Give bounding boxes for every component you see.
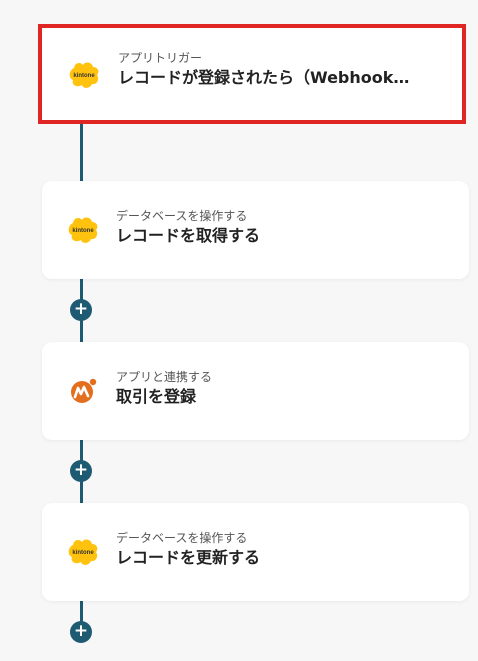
step-title: レコードを取得する (116, 226, 261, 245)
kintone-logo-text: kintone (73, 73, 95, 79)
step-title: 取引を登録 (116, 387, 197, 406)
step-category: アプリトリガー (118, 51, 203, 65)
step-category: データベースを操作する (116, 209, 248, 223)
kintone-icon: kintone (68, 217, 98, 243)
workflow-canvas: + + + kintone アプリトリガー レコードが登録されたら（Webhoo… (0, 0, 478, 661)
step-card-register-transaction[interactable]: アプリと連携する 取引を登録 (42, 342, 469, 440)
kintone-logo-text: kintone (72, 228, 94, 234)
step-category: アプリと連携する (116, 370, 213, 384)
step-card-update-record[interactable]: kintone データベースを操作する レコードを更新する (42, 503, 469, 601)
step-card-trigger[interactable]: kintone アプリトリガー レコードが登録されたら（Webhook… (38, 24, 466, 124)
kintone-icon: kintone (68, 539, 98, 565)
step-title: レコードを更新する (116, 548, 261, 567)
kintone-icon: kintone (69, 62, 99, 88)
add-step-button[interactable]: + (70, 299, 92, 321)
add-step-button[interactable]: + (70, 460, 92, 482)
moneyforward-icon (71, 378, 97, 403)
kintone-logo-text: kintone (72, 550, 94, 556)
add-step-button[interactable]: + (70, 621, 92, 643)
step-card-get-record[interactable]: kintone データベースを操作する レコードを取得する (42, 181, 469, 279)
step-title: レコードが登録されたら（Webhook… (118, 68, 410, 87)
connector-line (80, 124, 83, 181)
step-category: データベースを操作する (116, 531, 248, 545)
